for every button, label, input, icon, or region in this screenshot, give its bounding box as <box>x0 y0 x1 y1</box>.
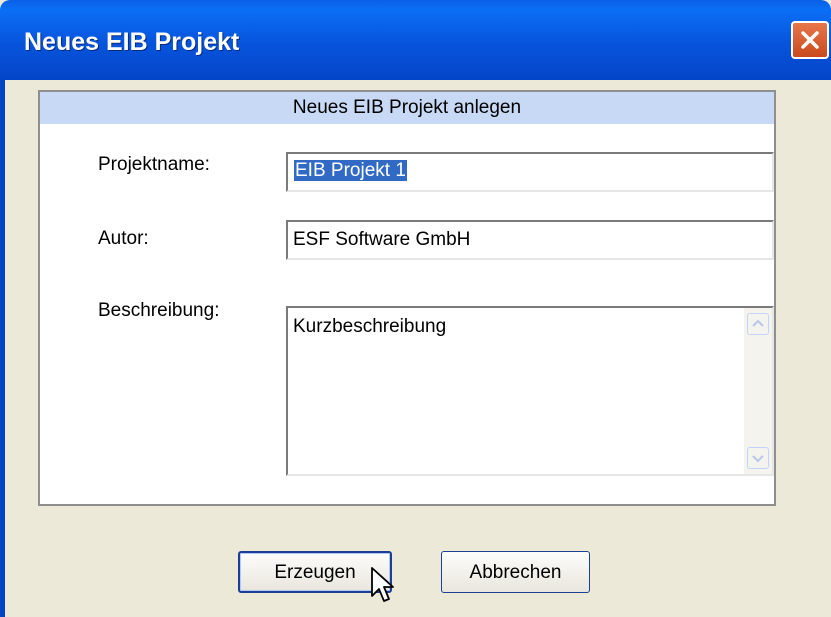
title-bar[interactable]: Neues EIB Projekt <box>0 0 831 80</box>
scroll-up-button[interactable] <box>747 313 769 335</box>
close-icon <box>801 31 819 49</box>
autor-label: Autor: <box>98 228 149 249</box>
cancel-button[interactable]: Abbrechen <box>441 551 590 593</box>
beschreibung-label: Beschreibung: <box>98 300 220 321</box>
close-button[interactable] <box>791 21 829 59</box>
chevron-up-icon <box>752 319 764 327</box>
textarea-scrollbar[interactable] <box>744 308 772 474</box>
autor-value: ESF Software GmbH <box>293 229 471 250</box>
beschreibung-textarea[interactable]: Kurzbeschreibung <box>286 306 774 476</box>
chevron-down-icon <box>752 455 764 463</box>
form-panel: Neues EIB Projekt anlegen Projektname: E… <box>38 90 776 506</box>
panel-header: Neues EIB Projekt anlegen <box>40 92 774 124</box>
projektname-field[interactable]: EIB Projekt 1 <box>286 152 774 192</box>
autor-field[interactable]: ESF Software GmbH <box>286 220 774 260</box>
beschreibung-value: Kurzbeschreibung <box>293 316 447 337</box>
scroll-down-button[interactable] <box>747 447 769 469</box>
projektname-value: EIB Projekt 1 <box>294 160 407 181</box>
projektname-label: Projektname: <box>98 154 210 175</box>
mouse-pointer-icon <box>371 567 394 602</box>
window-title: Neues EIB Projekt <box>24 28 240 56</box>
create-button[interactable]: Erzeugen <box>238 551 392 593</box>
